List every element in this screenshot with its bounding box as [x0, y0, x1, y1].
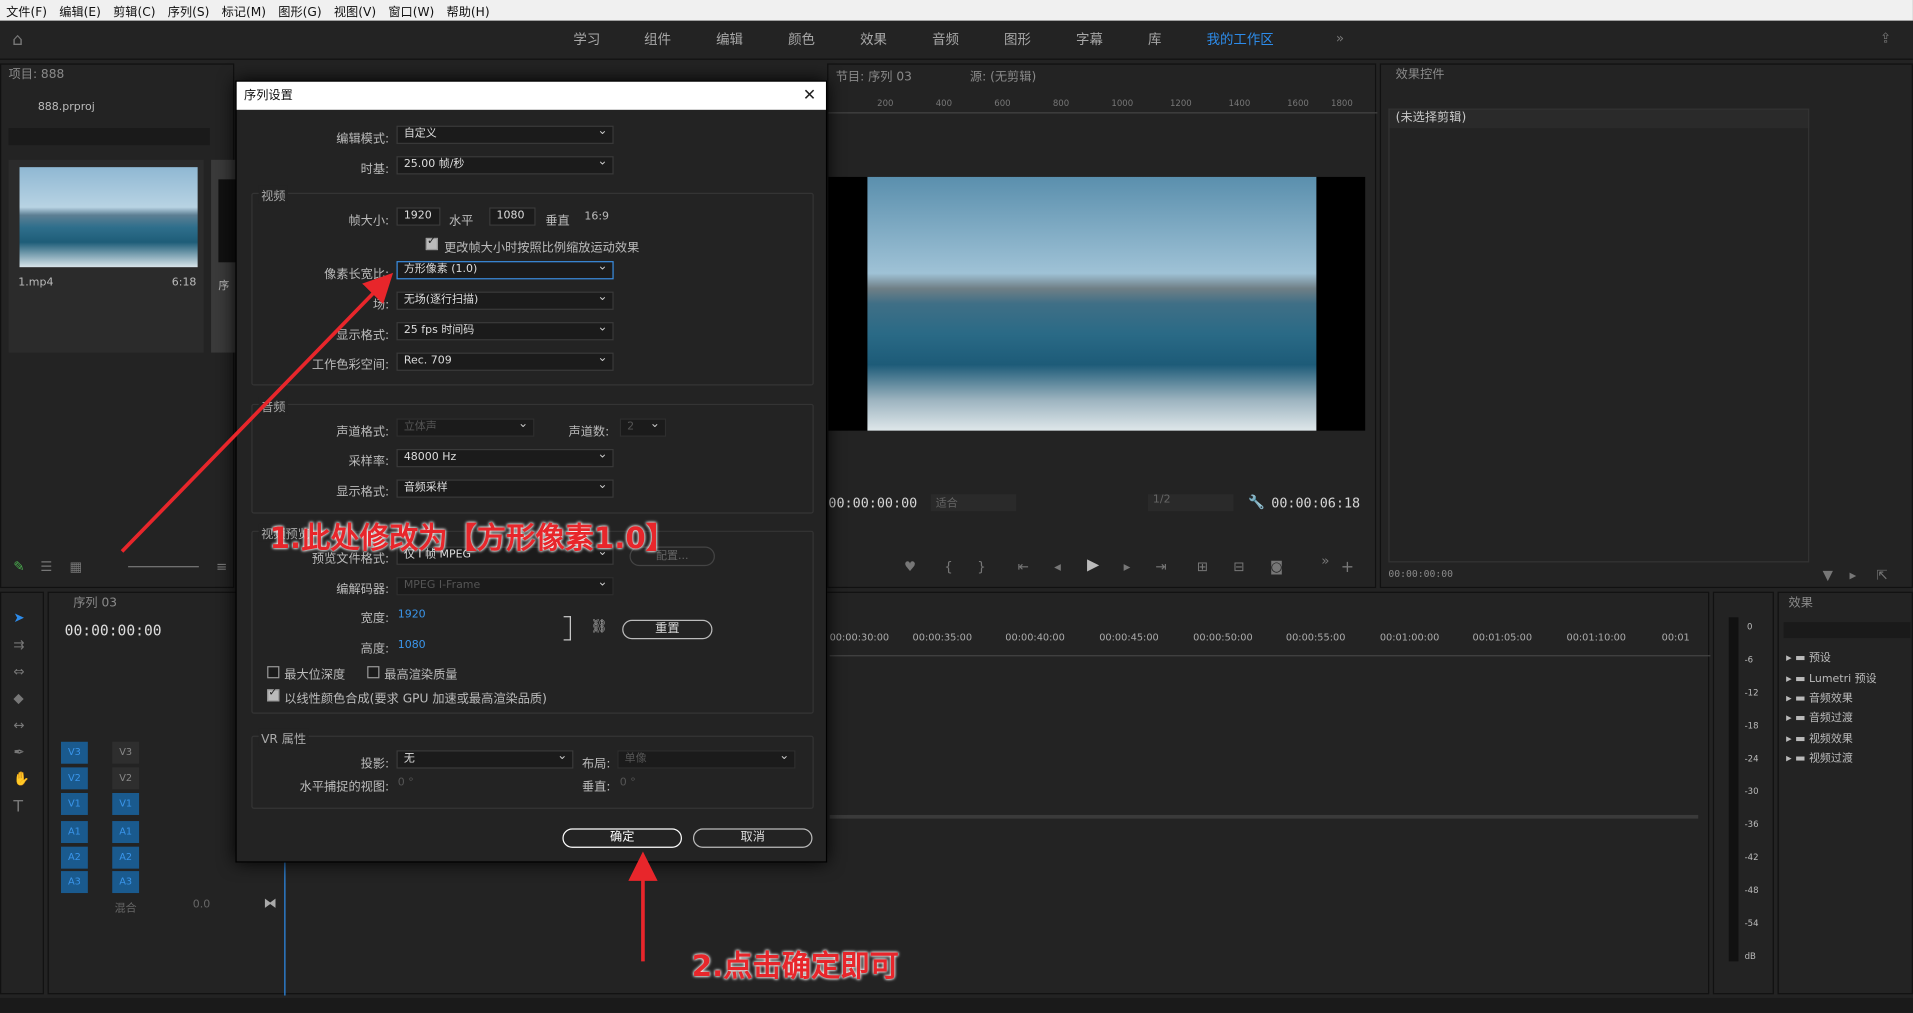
premiere-window: 文件(F) 编辑(E) 剪辑(C) 序列(S) 标记(M) 图形(G) 视图(V… — [0, 0, 1913, 1013]
annotation-arrows — [120, 272, 658, 962]
arrow-to-pixel-aspect — [120, 272, 394, 553]
annotation-step-2: 2.点击确定即可 — [691, 949, 899, 984]
annotation-step-1: 1.此处修改为【方形像素1.0】 — [269, 520, 676, 556]
